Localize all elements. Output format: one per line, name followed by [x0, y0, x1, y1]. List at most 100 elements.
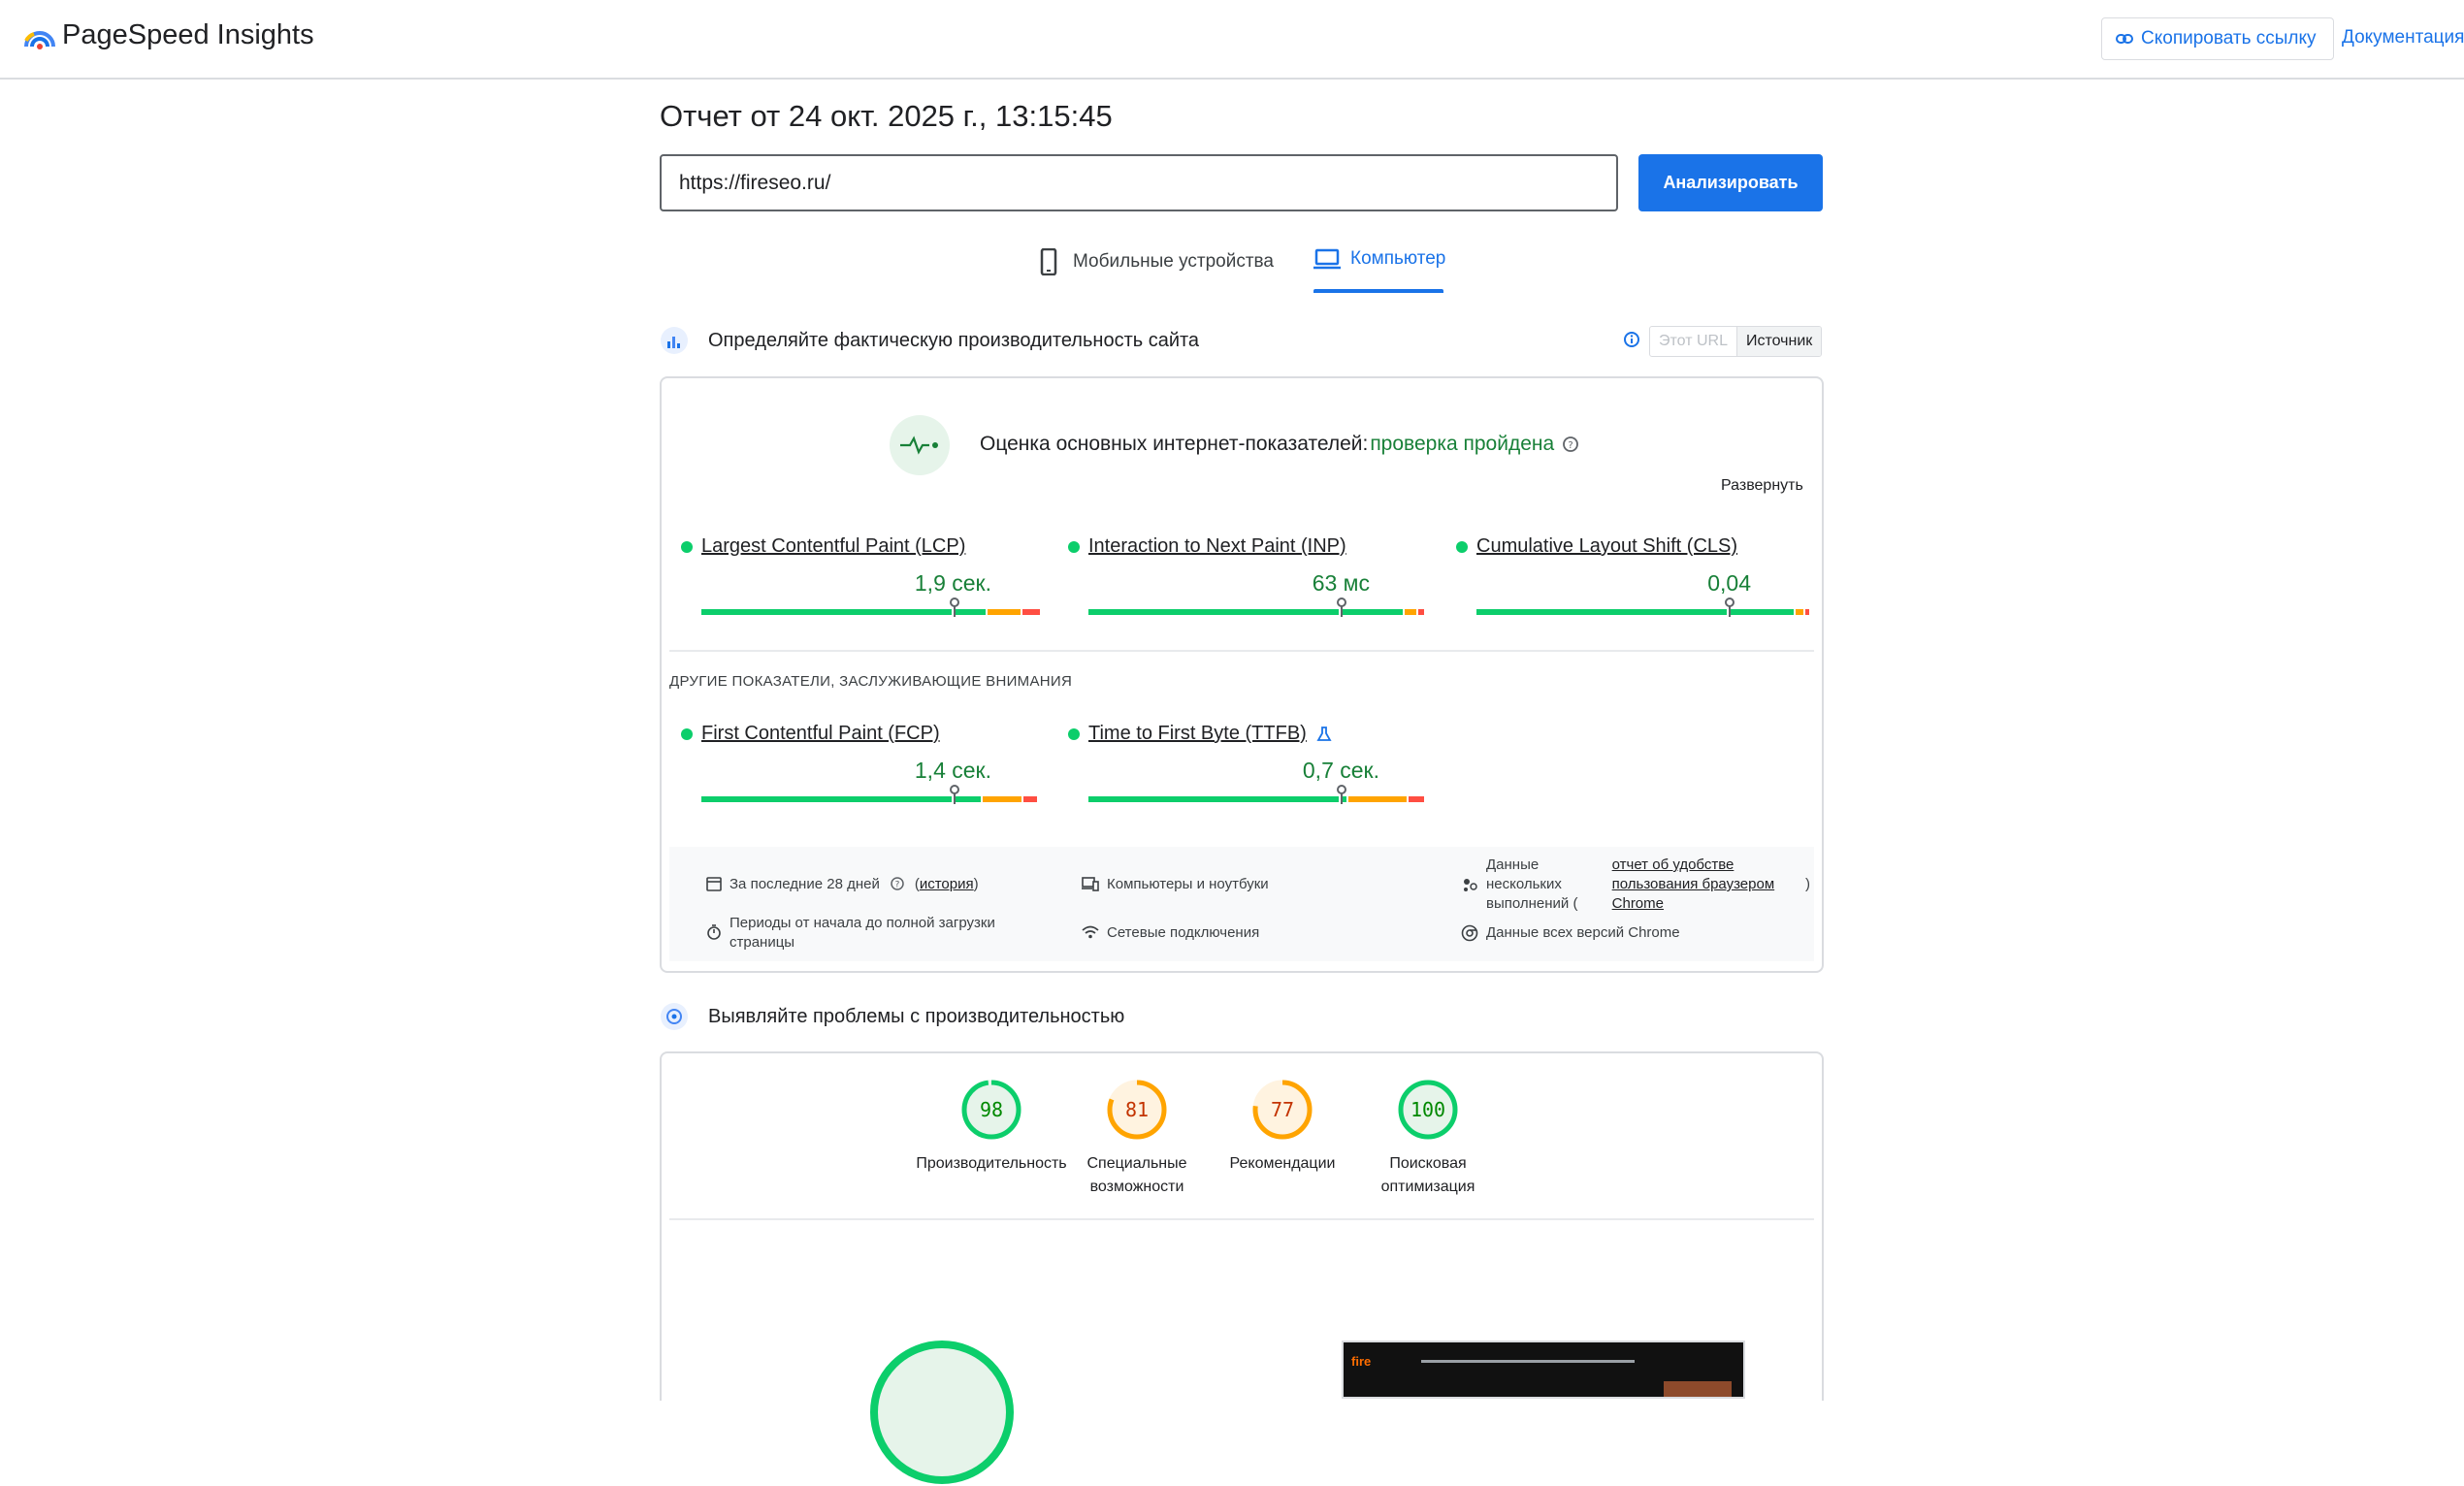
info-chrome-text: Данные всех версий Chrome [1486, 924, 1680, 941]
score-label: Поисковая оптимизация [1350, 1152, 1506, 1199]
metric-cls-name: Cumulative Layout Shift (CLS) [1476, 535, 1738, 557]
info-network-text: Сетевые подключения [1107, 924, 1260, 941]
pass-dot-icon [1068, 540, 1080, 553]
lab-data-icon [661, 1003, 688, 1030]
info-period: За последние 28 дней ? (история) [706, 875, 979, 894]
field-data-heading-text: Определяйте фактическую производительнос… [708, 329, 1200, 351]
link-icon [2116, 34, 2133, 44]
info-period-text: За последние 28 дней [729, 876, 880, 892]
score-label-line1: Производительность [916, 1155, 1067, 1172]
metric-lcp-distribution-bar [701, 609, 1040, 615]
thumbnail-image [1664, 1381, 1732, 1397]
tab-desktop-label: Компьютер [1350, 248, 1446, 269]
score-gauge-0[interactable]: 98 [960, 1079, 1022, 1141]
metric-lcp-marker [950, 598, 959, 617]
info-history-close: ) [973, 876, 979, 892]
crux-report-link[interactable]: отчет об удобстве пользования браузером … [1612, 856, 1796, 914]
docs-link[interactable]: Документация [2342, 27, 2464, 48]
thumbnail-nav [1421, 1360, 1635, 1363]
score-label-line2: оптимизация [1380, 1179, 1475, 1195]
score-value: 98 [979, 1098, 1004, 1121]
metric-fcp[interactable]: First Contentful Paint (FCP) [681, 723, 940, 745]
cwv-assessment: Оценка основных интернет-показателей: пр… [980, 433, 1579, 456]
score-label: Производительность [914, 1152, 1069, 1176]
experimental-flask-icon [1316, 726, 1332, 741]
help-icon[interactable]: ? [1562, 436, 1579, 453]
info-chrome: Данные всех версий Chrome [1461, 923, 1680, 943]
toggle-origin[interactable]: Источник [1736, 327, 1822, 356]
performance-big-gauge [870, 1341, 1014, 1484]
copy-link-button[interactable]: Скопировать ссылку [2101, 17, 2334, 60]
info-devices: Компьютеры и ноутбуки [1082, 875, 1269, 894]
timer-icon [707, 924, 721, 940]
devices-icon [1082, 877, 1099, 891]
metric-cls-value: 0,04 [1707, 570, 1751, 596]
help-icon[interactable]: ? [890, 876, 905, 891]
info-duration: Периоды от начала до полной загрузки стр… [706, 914, 1026, 953]
pagespeed-logo-icon[interactable] [23, 21, 56, 54]
score-value: 100 [1410, 1098, 1446, 1121]
analyze-button[interactable]: Анализировать [1638, 154, 1823, 211]
pass-dot-icon [1456, 540, 1468, 553]
wifi-icon [1082, 925, 1099, 939]
metric-inp[interactable]: Interaction to Next Paint (INP) [1068, 535, 1346, 558]
score-gauge-1[interactable]: 81 [1106, 1079, 1168, 1141]
metric-inp-distribution-bar [1088, 609, 1424, 615]
metric-ttfb-value: 0,7 сек. [1302, 758, 1379, 783]
expand-link[interactable]: Развернуть [1721, 477, 1803, 495]
info-icon[interactable] [1623, 331, 1640, 348]
metric-lcp-value: 1,9 сек. [914, 570, 991, 596]
metric-cls-marker [1725, 598, 1735, 617]
field-data-heading: Определяйте фактическую производительнос… [660, 326, 1199, 355]
metric-cls-distribution-bar [1476, 609, 1809, 615]
tab-desktop[interactable]: Компьютер [1313, 248, 1445, 270]
metric-inp-marker [1337, 598, 1346, 617]
score-value: 77 [1270, 1098, 1295, 1121]
score-label-line2: возможности [1089, 1179, 1184, 1195]
metric-fcp-marker [950, 785, 959, 804]
tab-mobile[interactable]: Мобильные устройства [1040, 248, 1274, 275]
url-origin-toggle[interactable]: Этот URL Источник [1649, 326, 1823, 357]
chrome-icon [1461, 924, 1478, 942]
metric-ttfb[interactable]: Time to First Byte (TTFB) [1068, 723, 1332, 745]
metric-ttfb-marker [1337, 785, 1346, 804]
pass-dot-icon [681, 540, 693, 553]
metric-ttfb-name: Time to First Byte (TTFB) [1088, 723, 1307, 744]
score-value: 81 [1124, 1098, 1150, 1121]
cwv-assessment-label: Оценка основных интернет-показателей: [980, 433, 1369, 455]
svg-text:?: ? [1569, 440, 1573, 451]
copy-link-label: Скопировать ссылку [2141, 28, 2317, 48]
active-tab-indicator [1313, 289, 1443, 293]
url-input[interactable] [660, 154, 1618, 211]
info-samples-suffix: ) [1805, 876, 1810, 892]
score-gauge-3[interactable]: 100 [1397, 1079, 1459, 1141]
metric-lcp[interactable]: Largest Contentful Paint (LCP) [681, 535, 965, 558]
score-label-line1: Специальные [1086, 1155, 1187, 1172]
score-gauge-2[interactable]: 77 [1251, 1079, 1313, 1141]
metric-inp-name: Interaction to Next Paint (INP) [1088, 535, 1346, 557]
metric-inp-value: 63 мс [1312, 570, 1370, 596]
lab-data-heading: Выявляйте проблемы с производительностью [660, 1002, 1124, 1031]
lab-data-heading-text: Выявляйте проблемы с производительностью [708, 1005, 1125, 1027]
metric-lcp-name: Largest Contentful Paint (LCP) [701, 535, 966, 557]
cwv-assessment-status: проверка пройдена [1370, 433, 1555, 455]
page-screenshot-thumbnail[interactable]: fire [1342, 1341, 1745, 1399]
info-samples-prefix: Данные нескольких выполнений ( [1486, 856, 1578, 912]
toggle-this-url[interactable]: Этот URL [1650, 327, 1737, 356]
info-devices-text: Компьютеры и ноутбуки [1107, 876, 1269, 892]
score-label-line1: Рекомендации [1229, 1155, 1336, 1172]
app-title[interactable]: PageSpeed Insights [62, 19, 314, 51]
metric-cls[interactable]: Cumulative Layout Shift (CLS) [1456, 535, 1737, 558]
laptop-icon [1313, 248, 1341, 270]
info-samples: Данные нескольких выполнений ( отчет об … [1461, 856, 1810, 914]
history-link[interactable]: история [920, 875, 974, 894]
users-icon [1464, 879, 1477, 891]
phone-icon [1040, 248, 1057, 275]
score-label: Рекомендации [1205, 1152, 1360, 1176]
vitals-pulse-icon [890, 415, 950, 475]
metric-fcp-distribution-bar [701, 796, 1037, 802]
metric-ttfb-distribution-bar [1088, 796, 1424, 802]
metric-fcp-value: 1,4 сек. [914, 758, 991, 783]
metric-fcp-name: First Contentful Paint (FCP) [701, 723, 940, 744]
report-title: Отчет от 24 окт. 2025 г., 13:15:45 [660, 99, 1113, 133]
